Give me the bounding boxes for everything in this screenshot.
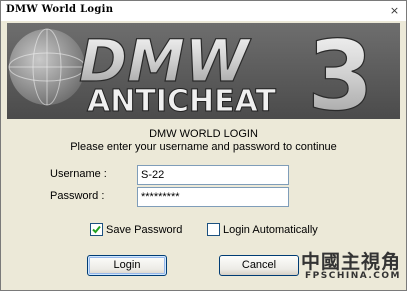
title-bar[interactable]: DMW World Login ×: [1, 1, 406, 21]
banner-logo: DMW ANTICHEAT 3: [7, 23, 400, 119]
dialog-subheading: Please enter your username and password …: [70, 141, 337, 153]
watermark: 中國主視角 FPSCHINA.COM: [301, 247, 401, 287]
logo-graphic: DMW ANTICHEAT 3: [8, 23, 374, 119]
save-password-checkbox[interactable]: [90, 223, 103, 236]
window-title: DMW World Login: [6, 4, 114, 15]
cancel-button[interactable]: Cancel: [219, 255, 299, 276]
checkmark-icon: [92, 225, 101, 234]
watermark-chinese: 中國主視角: [301, 251, 402, 273]
save-password-label: Save Password: [106, 224, 183, 236]
close-icon[interactable]: ×: [388, 5, 401, 17]
username-field[interactable]: S-22: [137, 165, 289, 185]
logo-anticheat-text: ANTICHEAT: [87, 84, 276, 119]
username-label: Username :: [50, 168, 107, 180]
login-window: DMW World Login × DMW ANTICHEAT 3 DMW WO…: [0, 0, 407, 291]
globe-icon: [8, 28, 86, 106]
dialog-heading: DMW WORLD LOGIN: [149, 128, 258, 140]
logo-number-text: 3: [307, 23, 374, 119]
password-label: Password :: [50, 190, 105, 202]
password-field[interactable]: *********: [137, 187, 289, 207]
login-automatically-label: Login Automatically: [223, 224, 318, 236]
login-button[interactable]: Login: [87, 255, 167, 276]
watermark-site: FPSCHINA.COM: [304, 271, 401, 281]
login-automatically-checkbox[interactable]: [207, 223, 220, 236]
